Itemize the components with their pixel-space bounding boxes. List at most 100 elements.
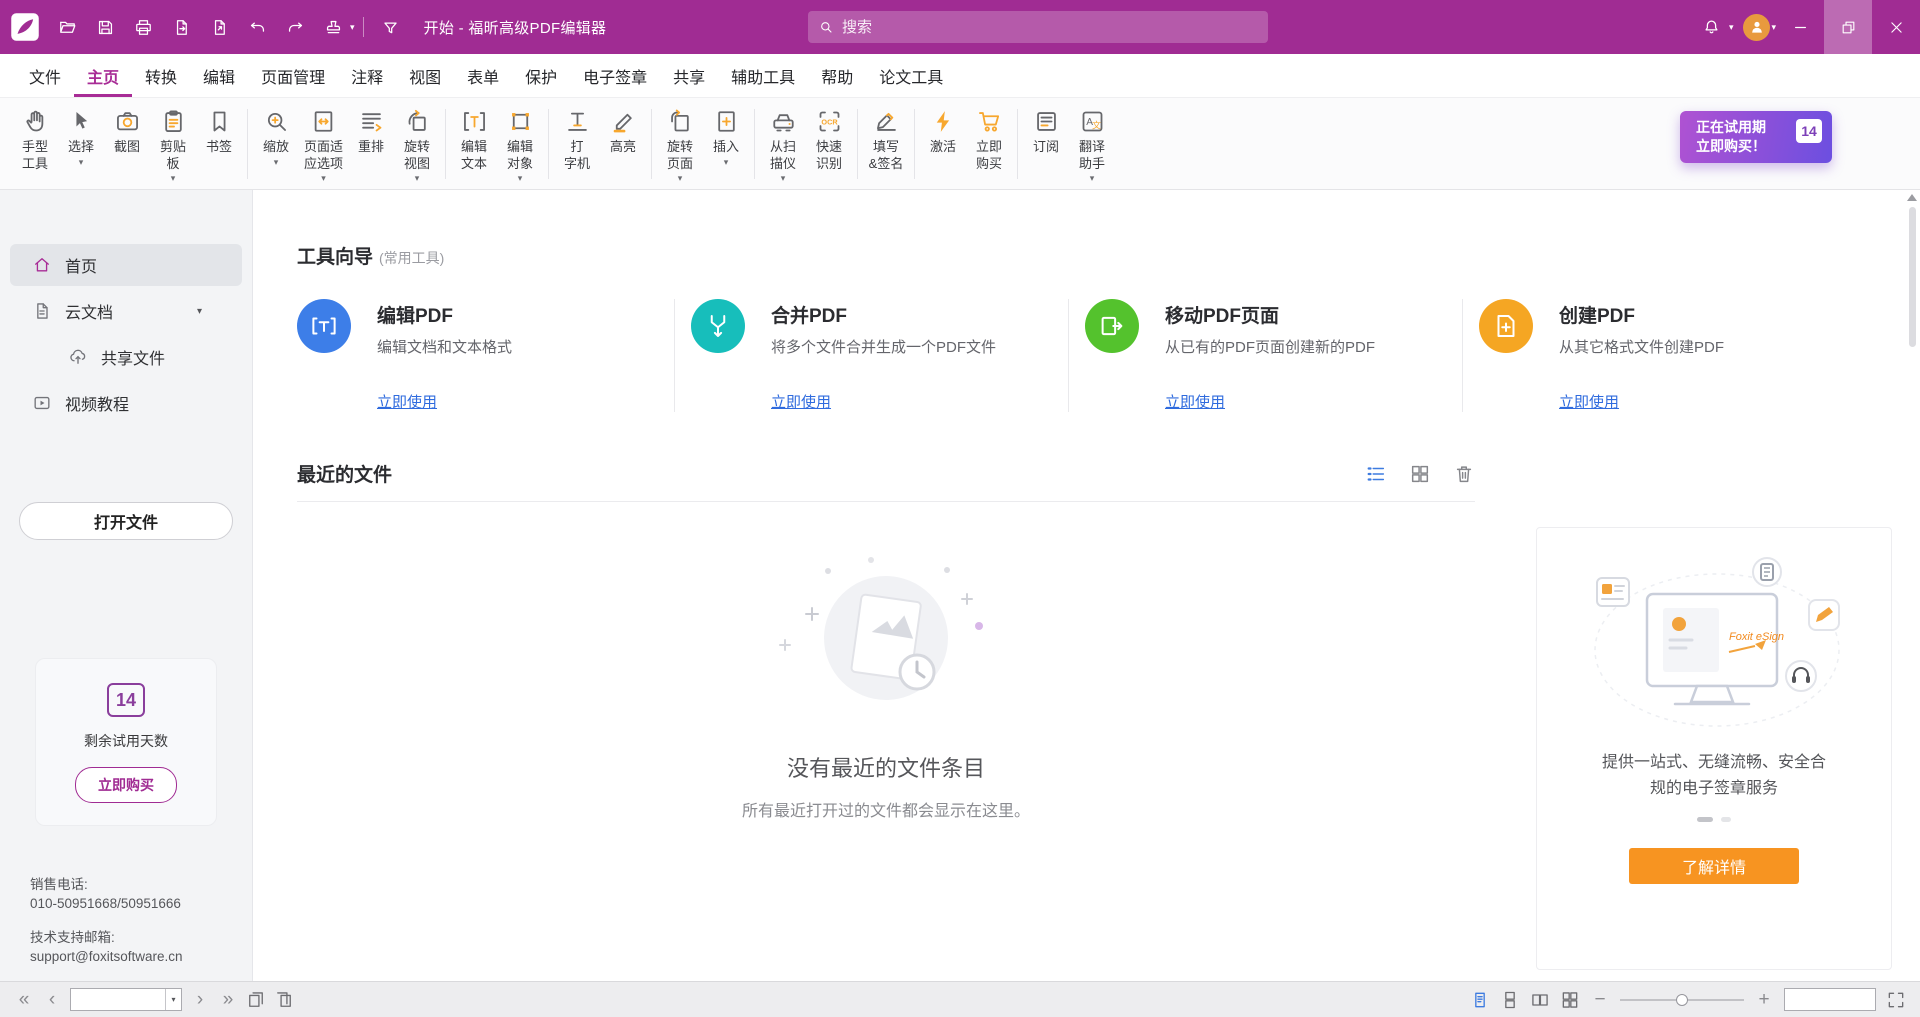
dropdown-caret[interactable]: ▾ <box>274 157 279 168</box>
trial-badge[interactable]: 正在试用期 立即购买！ 14 <box>1680 111 1832 163</box>
grid-view-icon[interactable] <box>1409 463 1431 485</box>
chevron-down-icon[interactable]: ▾ <box>197 306 202 317</box>
ribbon-tool[interactable]: 高亮 <box>600 106 646 158</box>
dropdown-caret[interactable]: ▾ <box>724 157 729 168</box>
menu-tab-帮助[interactable]: 帮助 <box>808 54 866 97</box>
zoom-in-button[interactable]: + <box>1754 990 1774 1009</box>
ribbon-tool[interactable]: 旋转 页面▾ <box>657 106 703 186</box>
ribbon-tool[interactable]: 重排 <box>348 106 394 158</box>
use-now-link[interactable]: 立即使用 <box>771 391 831 412</box>
support-email-link[interactable]: support@foxitsoftware.cn <box>30 947 242 967</box>
zoom-level-box[interactable] <box>1784 988 1876 1011</box>
quick-access-icon[interactable] <box>374 10 408 44</box>
prev-view-icon[interactable] <box>246 990 266 1010</box>
sidebar-item-共享文件[interactable]: 共享文件 <box>10 336 242 378</box>
ribbon-tool[interactable]: 立即 购买 <box>966 106 1012 174</box>
ribbon-tool[interactable]: 插入▾ <box>703 106 749 170</box>
list-view-icon[interactable] <box>1365 463 1387 485</box>
zoom-out-button[interactable]: − <box>1590 990 1610 1009</box>
close-button[interactable] <box>1872 0 1920 54</box>
notifications-bell-icon[interactable] <box>1695 10 1729 44</box>
content-scrollbar[interactable] <box>1906 192 1918 979</box>
search-box[interactable] <box>808 11 1268 43</box>
ribbon-tool[interactable]: 截图 <box>104 106 150 158</box>
dropdown-caret[interactable]: ▾ <box>79 157 84 168</box>
scrollbar-thumb[interactable] <box>1909 207 1916 347</box>
ribbon-tool[interactable]: 页面适 应选项▾ <box>299 106 348 186</box>
use-now-link[interactable]: 立即使用 <box>1559 391 1619 412</box>
dropdown-caret[interactable]: ▾ <box>171 173 176 184</box>
ribbon-tool[interactable]: 激活 <box>920 106 966 158</box>
last-page-button[interactable]: » <box>218 990 238 1009</box>
zoom-slider[interactable] <box>1620 993 1744 1007</box>
dropdown-caret[interactable]: ▾ <box>350 22 355 33</box>
print-icon[interactable] <box>126 10 160 44</box>
sidebar-item-首页[interactable]: 首页 <box>10 244 242 286</box>
menu-tab-主页[interactable]: 主页 <box>74 54 132 97</box>
dropdown-caret[interactable]: ▾ <box>415 173 420 184</box>
ribbon-tool[interactable]: 手型 工具 <box>12 106 58 174</box>
menu-tab-电子签章[interactable]: 电子签章 <box>570 54 660 97</box>
ribbon-tool[interactable]: A文翻译 助手▾ <box>1069 106 1115 186</box>
ribbon-tool[interactable]: 缩放▾ <box>253 106 299 170</box>
fullscreen-icon[interactable] <box>1886 990 1906 1010</box>
menu-tab-转换[interactable]: 转换 <box>132 54 190 97</box>
ribbon-tool[interactable]: 编辑 对象▾ <box>497 106 543 186</box>
zoom-slider-thumb[interactable] <box>1676 994 1688 1006</box>
ribbon-tool[interactable]: 剪贴 板▾ <box>150 106 196 186</box>
dropdown-caret[interactable]: ▾ <box>678 173 683 184</box>
page-number-input[interactable] <box>71 989 165 1010</box>
facing-continuous-view-icon[interactable] <box>1560 990 1580 1010</box>
menu-tab-辅助工具[interactable]: 辅助工具 <box>718 54 808 97</box>
zoom-level-input[interactable] <box>1785 989 1875 1010</box>
clear-recent-trash-icon[interactable] <box>1453 463 1475 485</box>
menu-tab-视图[interactable]: 视图 <box>396 54 454 97</box>
minimize-button[interactable] <box>1776 0 1824 54</box>
scroll-up-arrow-icon[interactable] <box>1907 194 1917 201</box>
dropdown-caret[interactable]: ▾ <box>781 173 786 184</box>
menu-tab-页面管理[interactable]: 页面管理 <box>248 54 338 97</box>
sidebar-item-视频教程[interactable]: 视频教程 <box>10 382 242 424</box>
ribbon-tool[interactable]: OCR快速 识别 <box>806 106 852 174</box>
menu-tab-文件[interactable]: 文件 <box>16 54 74 97</box>
ribbon-tool[interactable]: 选择▾ <box>58 106 104 170</box>
esign-stamp-icon[interactable] <box>316 10 350 44</box>
page-number-combo[interactable]: ▾ <box>70 988 182 1011</box>
share-doc-icon[interactable] <box>202 10 236 44</box>
avatar[interactable] <box>1743 14 1770 41</box>
dropdown-caret[interactable]: ▾ <box>518 173 523 184</box>
ribbon-tool[interactable]: 旋转 视图▾ <box>394 106 440 186</box>
open-file-button[interactable]: 打开文件 <box>19 502 233 540</box>
sidebar-item-云文档[interactable]: 云文档▾ <box>10 290 242 332</box>
dropdown-caret[interactable]: ▾ <box>165 989 181 1010</box>
prev-page-button[interactable]: ‹ <box>42 990 62 1009</box>
export-doc-icon[interactable] <box>164 10 198 44</box>
buy-now-button[interactable]: 立即购买 <box>75 767 177 803</box>
use-now-link[interactable]: 立即使用 <box>377 391 437 412</box>
next-view-icon[interactable] <box>274 990 294 1010</box>
facing-view-icon[interactable] <box>1530 990 1550 1010</box>
continuous-view-icon[interactable] <box>1500 990 1520 1010</box>
restore-button[interactable] <box>1824 0 1872 54</box>
ribbon-tool[interactable]: 订阅 <box>1023 106 1069 158</box>
menu-tab-保护[interactable]: 保护 <box>512 54 570 97</box>
single-page-view-icon[interactable] <box>1470 990 1490 1010</box>
redo-icon[interactable] <box>278 10 312 44</box>
use-now-link[interactable]: 立即使用 <box>1165 391 1225 412</box>
menu-tab-编辑[interactable]: 编辑 <box>190 54 248 97</box>
ribbon-tool[interactable]: 打 字机 <box>554 106 600 174</box>
ribbon-tool[interactable]: 编辑 文本 <box>451 106 497 174</box>
carousel-dots[interactable] <box>1697 817 1731 822</box>
menu-tab-共享[interactable]: 共享 <box>660 54 718 97</box>
ribbon-tool[interactable]: 从扫 描仪▾ <box>760 106 806 186</box>
dropdown-caret[interactable]: ▾ <box>1090 173 1095 184</box>
open-file-icon[interactable] <box>50 10 84 44</box>
learn-more-button[interactable]: 了解详情 <box>1629 848 1799 884</box>
first-page-button[interactable]: « <box>14 990 34 1009</box>
menu-tab-论文工具[interactable]: 论文工具 <box>866 54 956 97</box>
ribbon-tool[interactable]: 填写 &签名 <box>863 106 909 174</box>
next-page-button[interactable]: › <box>190 990 210 1009</box>
save-icon[interactable] <box>88 10 122 44</box>
dropdown-caret[interactable]: ▾ <box>1729 22 1734 33</box>
menu-tab-注释[interactable]: 注释 <box>338 54 396 97</box>
